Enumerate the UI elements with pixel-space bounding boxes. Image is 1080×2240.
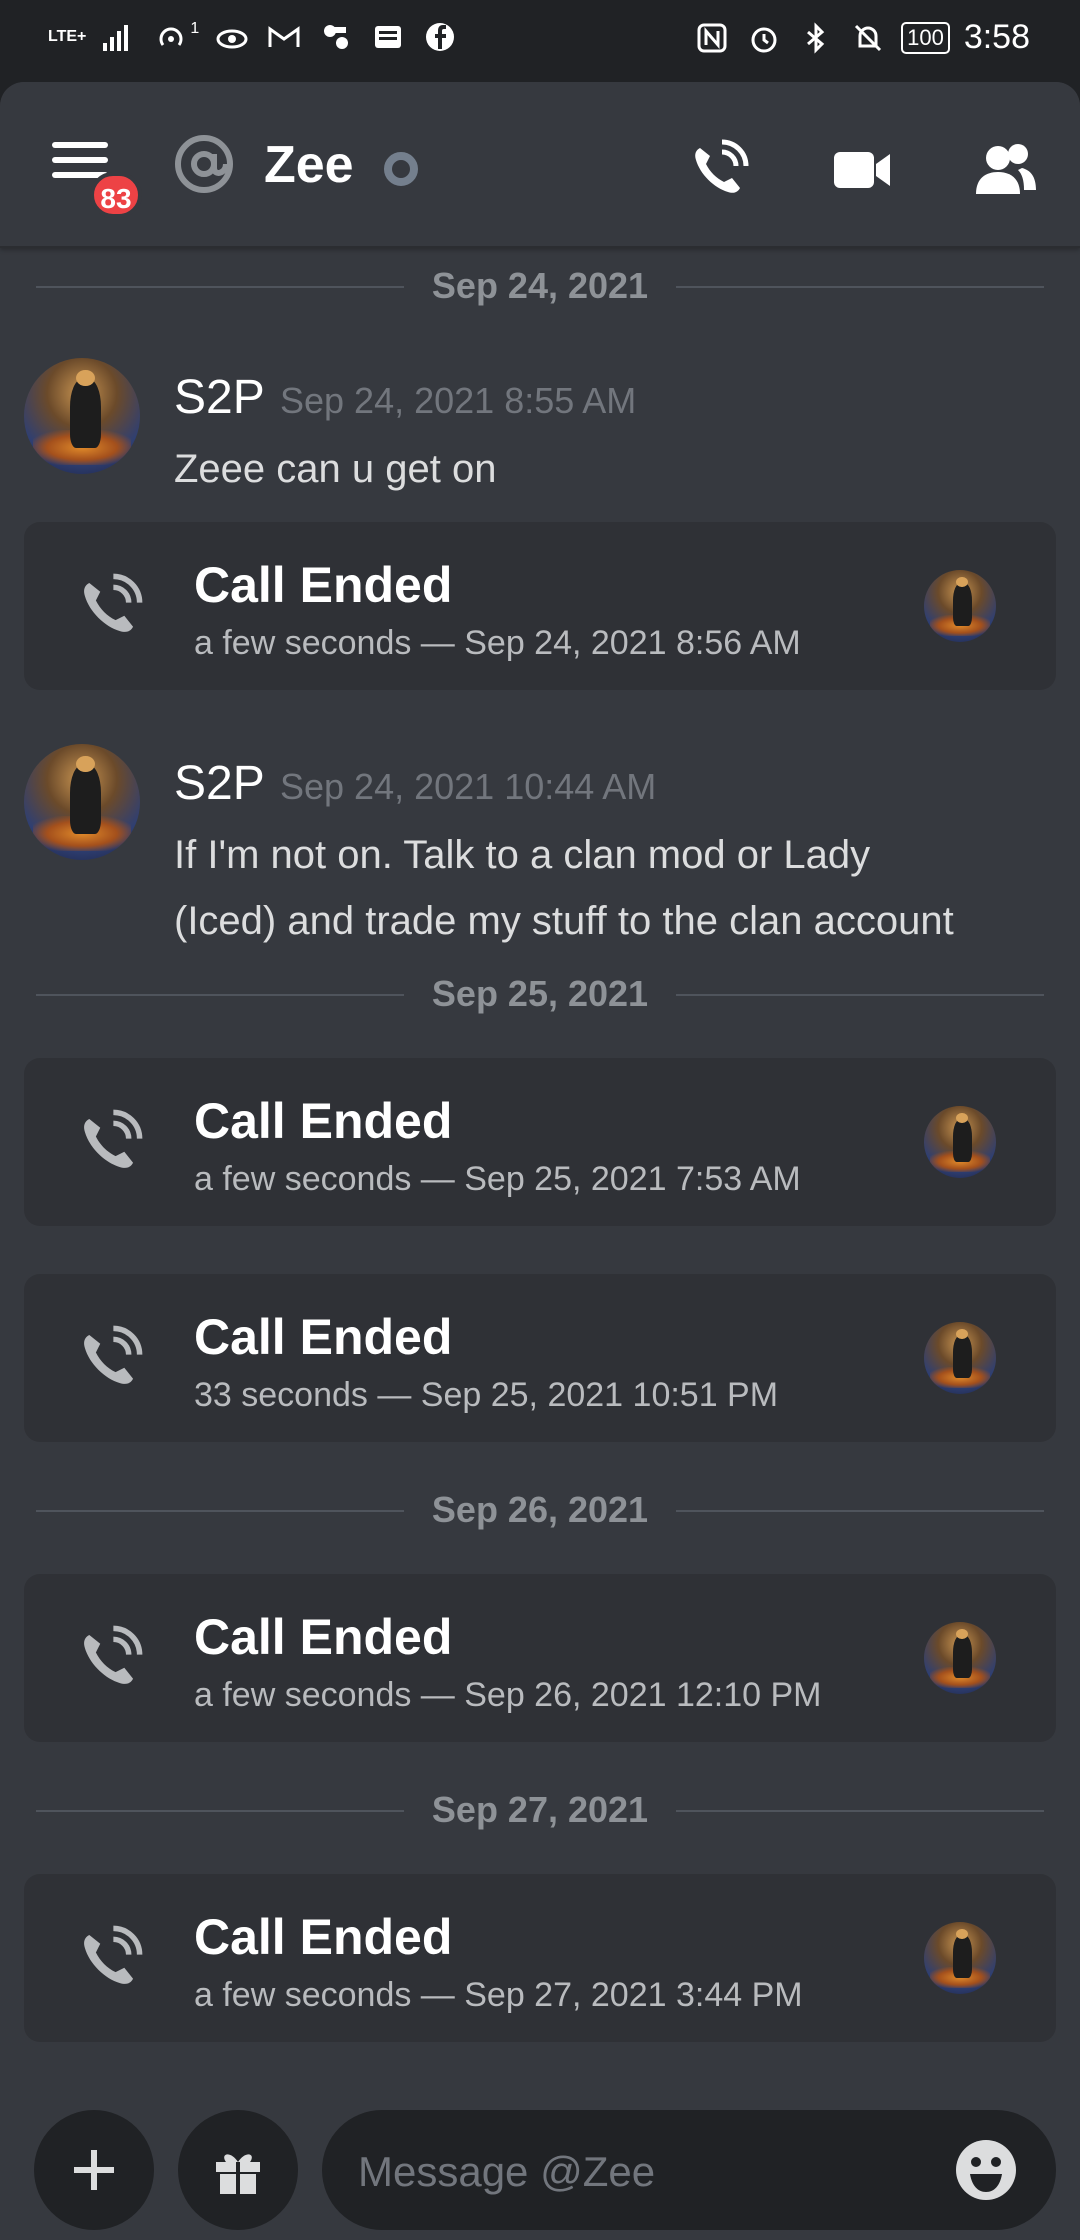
message-input-placeholder: Message @Zee (358, 2148, 656, 2195)
avatar-head (76, 755, 95, 772)
voice-call-button[interactable] (686, 138, 750, 202)
battery-indicator: 100 (901, 21, 950, 54)
system-status-bar: LTE+ 1 100 3:58 (0, 0, 1080, 80)
call-participant-avatar (924, 1106, 996, 1178)
phone-icon (84, 1925, 143, 1984)
avatar-figure (70, 378, 101, 449)
avatar[interactable] (24, 744, 140, 860)
call-title: Call Ended (194, 1609, 453, 1665)
header-title: Zee (264, 136, 354, 194)
status-left-icons: LTE+ 1 (48, 18, 459, 56)
message-author[interactable]: S2P (174, 756, 265, 811)
date-divider-label: Sep 24, 2021 (431, 265, 649, 306)
offline-status-indicator (384, 152, 418, 186)
call-participant-avatar (924, 570, 996, 642)
clock: 3:58 (963, 18, 1030, 56)
avatar-figure (952, 1118, 972, 1163)
status-right-icons: 100 3:58 (693, 18, 1030, 57)
date-divider: Sep 25, 2021 (36, 974, 1044, 1014)
phone-icon (84, 573, 143, 632)
menu-line (52, 142, 108, 148)
network-type: LTE+ (48, 28, 87, 45)
bluetooth-icon (797, 19, 835, 57)
message-text-line: If I'm not on. Talk to a clan mod or Lad… (174, 833, 871, 877)
call-title: Call Ended (194, 1093, 453, 1149)
call-title: Call Ended (194, 1309, 453, 1365)
date-divider: Sep 27, 2021 (36, 1790, 1044, 1830)
avatar-figure (952, 1934, 972, 1979)
members-button[interactable] (974, 138, 1038, 202)
message-timestamp: Sep 24, 2021 8:55 AM (280, 380, 637, 421)
app-notification-icon (317, 18, 355, 56)
date-divider-label: Sep 27, 2021 (431, 1789, 649, 1830)
gmail-icon (265, 18, 303, 56)
hotspot-icon (152, 18, 190, 56)
phone-icon (84, 1109, 143, 1168)
message-text-line: (Iced) and trade my stuff to the clan ac… (174, 899, 954, 943)
hotspot-count: 1 (190, 20, 200, 37)
message-composer: Message @Zee (0, 2090, 1080, 2240)
call-participant-avatar (924, 1322, 996, 1394)
call-ended-card[interactable]: Call Ended a few seconds — Sep 24, 2021 … (24, 522, 1056, 690)
emoji-picker-icon[interactable] (954, 2138, 1018, 2202)
message-input[interactable]: Message @Zee (322, 2110, 1056, 2230)
avatar-figure (952, 582, 972, 627)
alarm-icon (745, 19, 783, 57)
signal-icon (100, 18, 138, 56)
phone-icon (84, 1625, 143, 1684)
menu-line (52, 157, 108, 163)
phone-icon (84, 1325, 143, 1384)
call-title: Call Ended (194, 1909, 453, 1965)
news-icon (369, 18, 407, 56)
call-subtitle: a few seconds — Sep 26, 2021 12:10 PM (194, 1676, 822, 1714)
add-attachment-button[interactable] (34, 2110, 154, 2230)
call-participant-avatar (924, 1922, 996, 1994)
avatar-head (76, 369, 95, 386)
call-subtitle: a few seconds — Sep 25, 2021 7:53 AM (194, 1160, 801, 1198)
call-subtitle: 33 seconds — Sep 25, 2021 10:51 PM (194, 1376, 779, 1414)
call-ended-card[interactable]: Call Ended a few seconds — Sep 25, 2021 … (24, 1058, 1056, 1226)
mute-bell-icon (849, 19, 887, 57)
avatar-figure (952, 1334, 972, 1379)
date-divider: Sep 26, 2021 (36, 1490, 1044, 1530)
unread-badge: 83 (90, 172, 142, 218)
plus-icon (74, 2150, 114, 2190)
message-author[interactable]: S2P (174, 370, 265, 425)
video-call-button[interactable] (830, 138, 894, 202)
avatar[interactable] (24, 358, 140, 474)
gift-button[interactable] (178, 2110, 298, 2230)
facebook-icon (421, 18, 459, 56)
call-ended-card[interactable]: Call Ended 33 seconds — Sep 25, 2021 10:… (24, 1274, 1056, 1442)
chat-header: 83 (0, 82, 1080, 248)
call-ended-card[interactable]: Call Ended a few seconds — Sep 26, 2021 … (24, 1574, 1056, 1742)
call-participant-avatar (924, 1622, 996, 1694)
avatar-figure (70, 764, 101, 835)
message-timestamp: Sep 24, 2021 10:44 AM (280, 766, 657, 807)
call-subtitle: a few seconds — Sep 27, 2021 3:44 PM (194, 1976, 803, 2014)
eye-icon (213, 18, 251, 56)
gift-icon (216, 2154, 260, 2194)
date-divider: Sep 24, 2021 (36, 266, 1044, 306)
date-divider-label: Sep 25, 2021 (431, 973, 649, 1014)
at-sign-icon (172, 132, 236, 196)
call-ended-card[interactable]: Call Ended a few seconds — Sep 27, 2021 … (24, 1874, 1056, 2042)
message-text: Zeee can u get on (174, 447, 497, 491)
call-subtitle: a few seconds — Sep 24, 2021 8:56 AM (194, 624, 801, 662)
nfc-icon (693, 19, 731, 57)
avatar-figure (952, 1634, 972, 1679)
call-title: Call Ended (194, 557, 453, 613)
date-divider-label: Sep 26, 2021 (431, 1489, 649, 1530)
